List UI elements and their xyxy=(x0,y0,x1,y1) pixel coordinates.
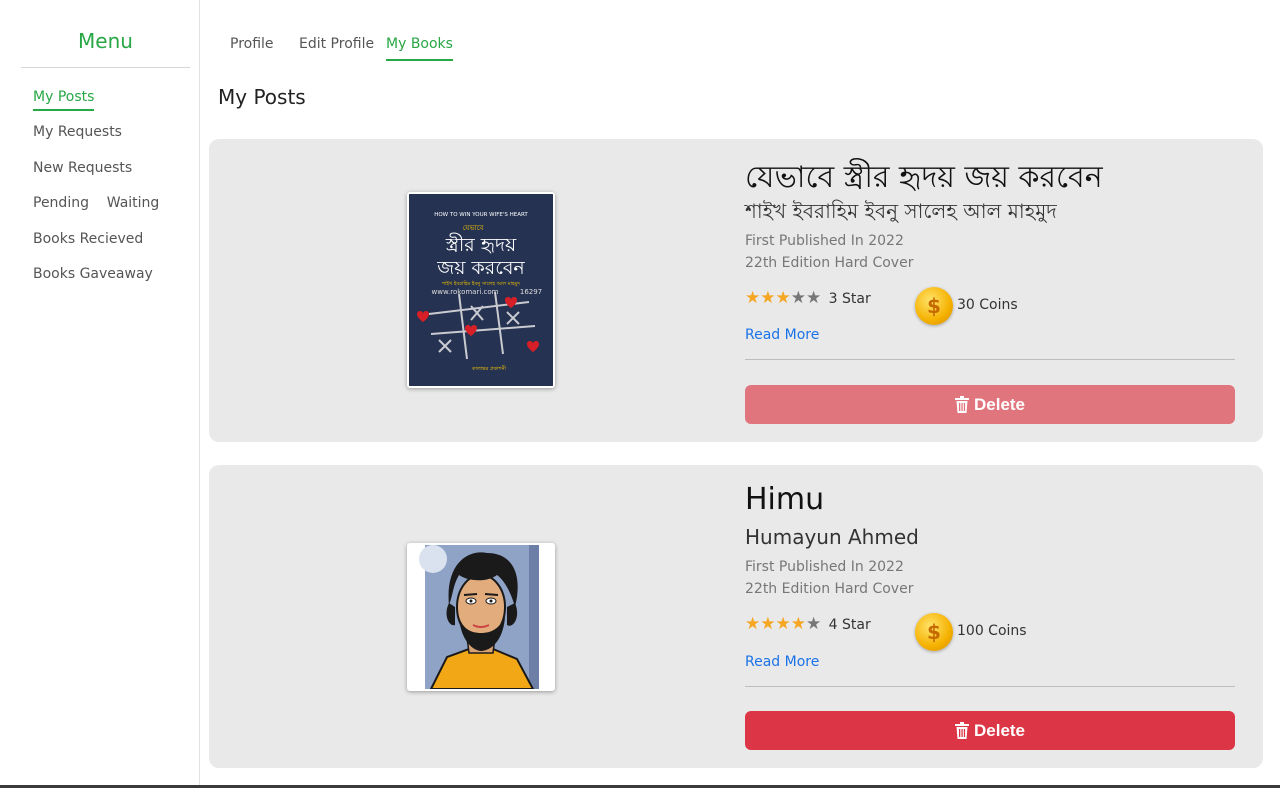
coins-text: 100 Coins xyxy=(957,623,1027,639)
sidebar-item-new-requests[interactable]: New Requests xyxy=(33,160,132,176)
book-title: Himu xyxy=(745,482,825,517)
himu-cover-art xyxy=(409,545,553,689)
star-icon: ★ xyxy=(790,288,806,308)
tab-my-books[interactable]: My Books xyxy=(386,36,453,61)
svg-text:HOW TO WIN YOUR WIFE'S HEART: HOW TO WIN YOUR WIFE'S HEART xyxy=(434,212,528,218)
sidebar-item-my-posts[interactable]: My Posts xyxy=(33,89,95,111)
read-more-link[interactable]: Read More xyxy=(745,327,819,343)
trash-icon xyxy=(954,722,969,739)
svg-text:যেভাবে: যেভাবে xyxy=(463,224,484,232)
book-cover-image: HOW TO WIN YOUR WIFE'S HEART যেভাবে স্ত্… xyxy=(407,192,555,388)
sidebar-item-books-gaveaway[interactable]: Books Gaveaway xyxy=(33,266,153,282)
card-divider xyxy=(745,359,1235,360)
star-icon: ★ xyxy=(745,288,761,308)
menu-divider xyxy=(21,67,190,68)
star-icon: ★ xyxy=(790,614,806,634)
sidebar: Menu My Posts My Requests New Requests P… xyxy=(0,0,200,788)
tab-profile[interactable]: Profile xyxy=(230,36,274,52)
star-icon: ★ xyxy=(806,614,822,634)
delete-label: Delete xyxy=(973,720,1026,740)
star-icon: ★ xyxy=(760,288,776,308)
svg-text:স্ত্রীর হৃদয়: স্ত্রীর হৃদয় xyxy=(445,233,517,256)
svg-text:16297: 16297 xyxy=(520,288,542,296)
trash-icon xyxy=(954,396,969,413)
published-info: First Published In 2022 xyxy=(745,559,904,575)
star-icon: ★ xyxy=(775,288,791,308)
star-icon: ★ xyxy=(775,614,791,634)
tab-edit-profile[interactable]: Edit Profile xyxy=(299,36,374,52)
post-card: HOW TO WIN YOUR WIFE'S HEART যেভাবে স্ত্… xyxy=(209,139,1263,442)
svg-text:কালান্তর প্রকাশনী: কালান্তর প্রকাশনী xyxy=(471,365,507,372)
rating-stars: ★★★★★ 3 Star xyxy=(745,288,871,308)
delete-button[interactable]: Delete xyxy=(745,711,1235,750)
delete-button[interactable]: Delete xyxy=(745,385,1235,424)
sidebar-item-pending-waiting[interactable]: Pending Waiting xyxy=(33,195,159,211)
edition-info: 22th Edition Hard Cover xyxy=(745,255,914,271)
sidebar-item-books-recieved[interactable]: Books Recieved xyxy=(33,231,143,247)
published-info: First Published In 2022 xyxy=(745,233,904,249)
delete-label: Delete xyxy=(973,394,1026,414)
star-icon: ★ xyxy=(745,614,761,634)
card-divider xyxy=(745,686,1235,687)
menu-title: Menu xyxy=(78,29,133,53)
book-author: শাইখ ইবরাহিম ইবনু সালেহ আল মাহমুদ xyxy=(745,199,1057,223)
book-author: Humayun Ahmed xyxy=(745,525,919,549)
svg-text:জয় করবেন: জয় করবেন xyxy=(436,257,525,279)
star-icon: ★ xyxy=(806,288,822,308)
post-card: Himu Humayun Ahmed First Published In 20… xyxy=(209,465,1263,768)
rating-text: 4 Star xyxy=(828,617,871,633)
coin-icon: $ xyxy=(915,613,953,651)
svg-text:শাইখ ইবরাহিম ইবনু সালেহ আল মাহ: শাইখ ইবরাহিম ইবনু সালেহ আল মাহমুদ xyxy=(441,281,520,287)
page-title: My Posts xyxy=(218,85,306,109)
star-icon: ★ xyxy=(760,614,776,634)
coin-icon: $ xyxy=(915,287,953,325)
coins-text: 30 Coins xyxy=(957,297,1018,313)
read-more-link[interactable]: Read More xyxy=(745,654,819,670)
rating-text: 3 Star xyxy=(828,291,871,307)
sidebar-item-my-requests[interactable]: My Requests xyxy=(33,124,122,140)
edition-info: 22th Edition Hard Cover xyxy=(745,581,914,597)
svg-text:www.rokomari.com: www.rokomari.com xyxy=(432,288,499,296)
book-cover-image xyxy=(407,543,555,691)
rating-stars: ★★★★★ 4 Star xyxy=(745,614,871,634)
book-cover-art: HOW TO WIN YOUR WIFE'S HEART যেভাবে স্ত্… xyxy=(409,194,553,386)
